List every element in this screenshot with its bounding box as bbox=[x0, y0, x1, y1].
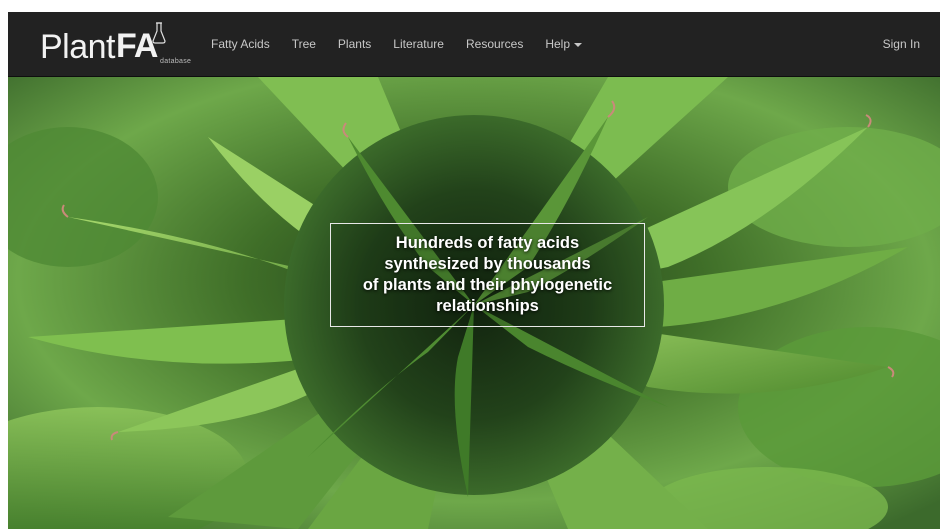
navbar: Plant FA database Fatty Acids Tree Plant… bbox=[8, 12, 940, 77]
hero-caption-line: of plants and their phylogenetic bbox=[362, 276, 613, 294]
nav-links: Fatty Acids Tree Plants Literature Resou… bbox=[200, 12, 593, 77]
nav-fatty-acids[interactable]: Fatty Acids bbox=[200, 12, 281, 77]
flask-icon bbox=[152, 22, 166, 44]
nav-plants[interactable]: Plants bbox=[327, 12, 382, 77]
nav-literature[interactable]: Literature bbox=[382, 12, 455, 77]
brand-name-plant: Plant bbox=[40, 28, 116, 66]
hero-caption-line: Hundreds of fatty acids bbox=[395, 234, 580, 252]
hero-banner: Hundreds of fatty acids synthesized by t… bbox=[8, 77, 940, 529]
nav-help-dropdown[interactable]: Help bbox=[534, 12, 593, 77]
nav-help-label: Help bbox=[545, 37, 571, 51]
hero-caption-box: Hundreds of fatty acids synthesized by t… bbox=[330, 223, 645, 327]
brand-logo[interactable]: Plant FA database bbox=[40, 22, 200, 70]
sign-in-link[interactable]: Sign In bbox=[883, 12, 920, 77]
hero-caption-line: synthesized by thousands bbox=[384, 255, 591, 273]
brand-subtitle: database bbox=[160, 58, 192, 65]
page-frame: Plant FA database Fatty Acids Tree Plant… bbox=[8, 12, 940, 529]
nav-resources[interactable]: Resources bbox=[455, 12, 534, 77]
hero-caption: Hundreds of fatty acids synthesized by t… bbox=[363, 233, 612, 317]
hero-caption-line: relationships bbox=[436, 297, 539, 315]
nav-tree[interactable]: Tree bbox=[281, 12, 327, 77]
caret-down-icon bbox=[574, 42, 583, 47]
